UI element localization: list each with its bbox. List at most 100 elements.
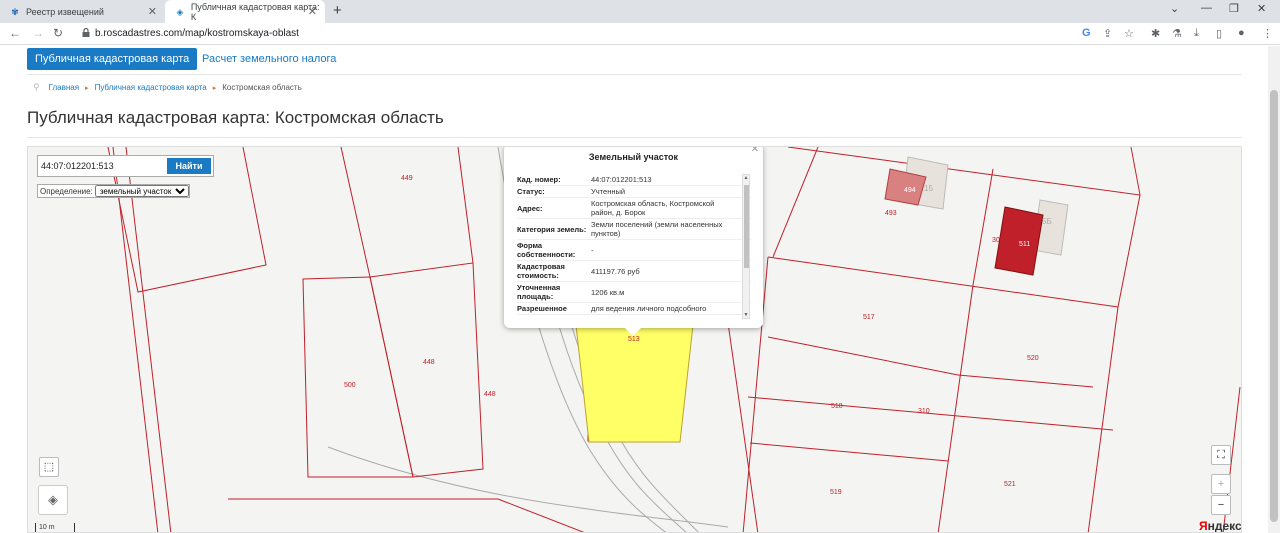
- detail-key: Адрес:: [517, 203, 543, 213]
- close-window-icon[interactable]: ✕: [1257, 2, 1266, 15]
- divider: [27, 74, 1242, 75]
- parcel-label[interactable]: 519: [830, 489, 842, 496]
- share-icon[interactable]: ⇪: [1103, 27, 1112, 40]
- detail-value: 44:07:012201:513: [591, 175, 652, 184]
- search-input[interactable]: [41, 159, 163, 173]
- download-icon[interactable]: ⤓: [1194, 27, 1199, 40]
- parcel-label[interactable]: 494: [904, 187, 916, 194]
- building-number: 15: [924, 184, 933, 193]
- close-tab-icon[interactable]: ✕: [308, 5, 317, 18]
- browser-toolbar: ← → ↻ b.roscadastres.com/map/kostromskay…: [0, 23, 1280, 45]
- detail-value: 1206 кв.м: [591, 287, 625, 297]
- maximize-icon[interactable]: ❐: [1229, 2, 1239, 15]
- parcel-label[interactable]: 500: [344, 382, 356, 389]
- popup-scrollbar[interactable]: ▲ ▼: [742, 174, 750, 319]
- emblem-icon: ✾: [11, 6, 19, 17]
- scroll-thumb[interactable]: [1270, 90, 1278, 522]
- land-tax-link[interactable]: Расчет земельного налога: [202, 53, 336, 65]
- popup-details[interactable]: Кад. номер: 44:07:012201:513 Статус: Учтен…: [517, 174, 751, 322]
- scroll-down-icon[interactable]: ▼: [743, 312, 749, 318]
- map-icon: ◈: [176, 6, 184, 17]
- detail-value: -: [591, 245, 594, 255]
- side-panel-icon[interactable]: ▯: [1216, 27, 1222, 40]
- browser-tab-strip: ✾ Реестр извещений ✕ ◈ Публичная кадастр…: [0, 0, 1280, 23]
- page-scrollbar[interactable]: [1268, 46, 1280, 533]
- cadastral-search: Найти: [37, 155, 214, 177]
- detail-key: Статус:: [517, 187, 545, 196]
- detail-key: Форма собственности:: [517, 241, 576, 259]
- parcel-label[interactable]: 448: [423, 359, 435, 366]
- address-bar[interactable]: b.roscadastres.com/map/kostromskaya-obla…: [95, 28, 299, 39]
- definition-selector: Определение: земельный участок: [37, 184, 190, 198]
- cadastral-map[interactable]: 449 448 448 500 493 513 517 518 310 519 …: [27, 146, 1242, 533]
- detail-value: 411197.76 руб: [591, 266, 640, 276]
- tab-registry[interactable]: ✾ Реестр извещений ✕: [0, 0, 165, 23]
- parcel-label[interactable]: 511: [1019, 241, 1030, 248]
- parcel-label[interactable]: 493: [885, 210, 897, 217]
- breadcrumb-arrow-icon: ▸: [212, 84, 217, 92]
- detail-value: Земли поселений (земли населенных пункто…: [591, 220, 723, 238]
- lab-flask-icon[interactable]: ⚗: [1172, 27, 1182, 40]
- scroll-thumb[interactable]: [744, 185, 749, 268]
- find-button[interactable]: Найти: [167, 158, 211, 174]
- divider: [27, 137, 1242, 138]
- parcel-label[interactable]: 310: [918, 408, 930, 415]
- menu-kebab-icon[interactable]: ⋮: [1262, 27, 1273, 40]
- parcel-label[interactable]: 448: [484, 391, 496, 398]
- profile-avatar-icon[interactable]: ●: [1238, 27, 1245, 39]
- breadcrumb-map-link[interactable]: Публичная кадастровая карта: [95, 83, 207, 92]
- popup-title: Земельный участок: [588, 152, 679, 162]
- breadcrumb-arrow-icon: ▸: [85, 84, 89, 92]
- tab-cadastral-map[interactable]: ◈ Публичная кадастровая карта: К ✕: [165, 0, 325, 23]
- detail-row: Разрешенное для ведения личного подсобног…: [517, 303, 751, 315]
- parcel-label[interactable]: 300: [992, 237, 1004, 244]
- yandex-logo: Яндекс: [1199, 519, 1242, 533]
- scroll-up-icon[interactable]: ▲: [743, 175, 749, 181]
- bookmark-star-icon[interactable]: ☆: [1124, 27, 1134, 40]
- detail-key: Кад. номер:: [517, 175, 561, 184]
- breadcrumb-home-link[interactable]: Главная: [49, 83, 79, 92]
- zoom-out-button[interactable]: −: [1211, 495, 1231, 515]
- parcel-label[interactable]: 518: [831, 403, 843, 410]
- forward-icon[interactable]: →: [32, 26, 44, 40]
- detail-row: Кад. номер: 44:07:012201:513: [517, 174, 751, 186]
- parcel-info-popup: ✕ Земельный участок Кад. номер: 44:07:012…: [504, 147, 763, 336]
- detail-key: Категория земель:: [517, 224, 587, 234]
- detail-key: Кадастровая стоимость:: [517, 262, 565, 280]
- layers-icon[interactable]: ◈: [38, 485, 68, 515]
- detail-row: Категория земель: Земли поселений (земли …: [517, 219, 751, 240]
- building-number: 5Б: [1042, 217, 1052, 226]
- detail-row: Форма собственности: -: [517, 240, 751, 261]
- back-icon[interactable]: ←: [9, 26, 21, 40]
- google-icon[interactable]: G: [1082, 27, 1091, 39]
- popup-pointer: [624, 327, 642, 336]
- breadcrumb-current: Костромская область: [222, 83, 302, 92]
- detail-row: Статус: Учтенный: [517, 186, 751, 198]
- fullscreen-icon[interactable]: ⛶: [1211, 445, 1231, 465]
- detail-key: Разрешенное: [517, 304, 567, 313]
- new-tab-icon[interactable]: +: [333, 2, 342, 19]
- detail-row: Уточненная площадь: 1206 кв.м: [517, 282, 751, 303]
- definition-select[interactable]: земельный участок: [94, 185, 189, 197]
- detail-value: Костромская область, Костромской район, …: [591, 199, 715, 217]
- reload-icon[interactable]: ↻: [53, 26, 63, 40]
- zoom-in-button[interactable]: +: [1211, 474, 1231, 494]
- detail-row: Кадастровая стоимость: 411197.76 руб: [517, 261, 751, 282]
- ruler-icon[interactable]: ⬚: [39, 457, 59, 477]
- cadastral-map-button[interactable]: Публичная кадастровая карта: [27, 48, 198, 70]
- detail-key: Уточненная площадь:: [517, 283, 561, 301]
- minimize-icon[interactable]: —: [1201, 2, 1212, 14]
- lock-icon[interactable]: [82, 28, 90, 37]
- parcel-label[interactable]: 521: [1004, 481, 1016, 488]
- parcel-label[interactable]: 517: [863, 314, 875, 321]
- extensions-icon[interactable]: ✱: [1151, 27, 1160, 40]
- parcel-label[interactable]: 520: [1027, 355, 1039, 362]
- tab-search-icon[interactable]: ⌄: [1170, 2, 1179, 15]
- parcel-label[interactable]: 449: [401, 175, 413, 182]
- tab-title: Реестр извещений: [26, 6, 104, 17]
- close-tab-icon[interactable]: ✕: [148, 5, 157, 18]
- parcel-label[interactable]: 513: [628, 336, 640, 343]
- page-content: Публичная кадастровая карта Расчет земел…: [0, 46, 1280, 533]
- page-title: Публичная кадастровая карта: Костромская…: [27, 108, 444, 127]
- detail-row: Адрес: Костромская область, Костромской р…: [517, 198, 751, 219]
